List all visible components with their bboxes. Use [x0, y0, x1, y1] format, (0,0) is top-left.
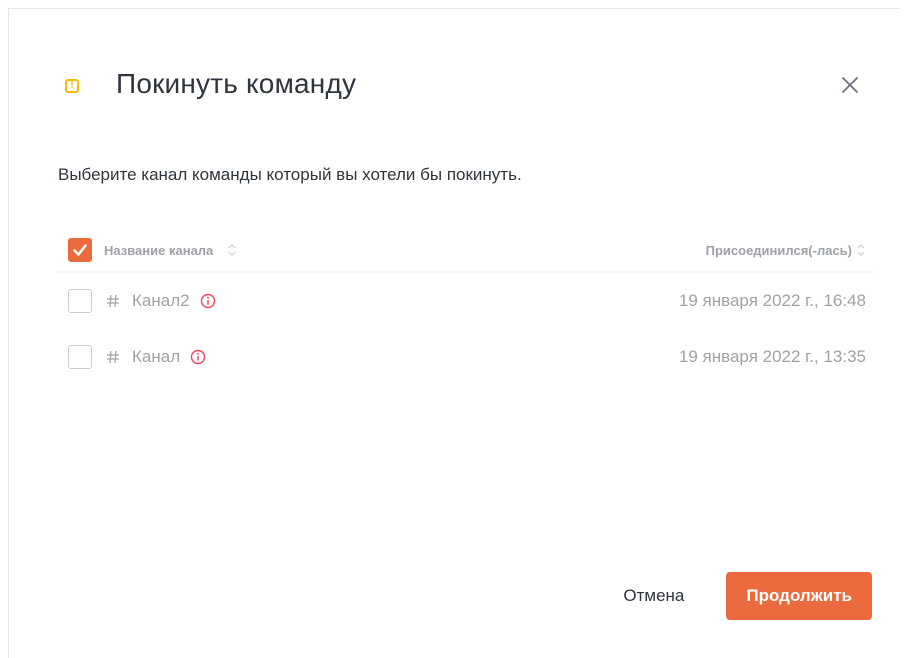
checkmark-icon: [73, 244, 87, 256]
table-header: Название канала Присоединился(-лась): [58, 229, 874, 273]
column-header-joined[interactable]: Присоединился(-лась): [706, 229, 866, 271]
channels-table: Название канала Присоединился(-лась) Кан…: [58, 229, 874, 385]
channel-name: Канал: [132, 347, 181, 366]
close-button[interactable]: [836, 71, 864, 99]
cancel-button[interactable]: Отмена: [609, 576, 698, 616]
modal-footer: Отмена Продолжить: [609, 572, 872, 620]
modal-title: Покинуть команду: [116, 68, 357, 99]
channel-name: Канал2: [132, 291, 190, 310]
row-checkbox[interactable]: [68, 345, 92, 369]
column-header-name-label: Название канала: [104, 242, 214, 258]
select-all-checkbox[interactable]: [68, 238, 92, 262]
row-checkbox[interactable]: [68, 289, 92, 313]
leave-team-modal: ! Покинуть команду Выберите канал команд…: [8, 8, 900, 658]
modal-description: Выберите канал команды который вы хотели…: [58, 165, 522, 184]
sort-icon: [227, 243, 237, 257]
column-header-joined-label: Присоединился(-лась): [705, 242, 852, 258]
table-row[interactable]: Канал 19 января 2022 г., 13:35: [58, 329, 874, 385]
hash-icon: [106, 294, 122, 308]
info-icon[interactable]: [190, 349, 206, 365]
info-icon[interactable]: [200, 293, 216, 309]
continue-button[interactable]: Продолжить: [726, 572, 872, 620]
close-icon: [842, 77, 858, 93]
joined-date: 19 января 2022 г., 16:48: [678, 291, 866, 310]
warning-icon: !: [65, 79, 79, 93]
column-header-name[interactable]: Название канала: [104, 243, 237, 258]
table-row[interactable]: Канал2 19 января 2022 г., 16:48: [58, 273, 874, 329]
modal-header: ! Покинуть команду: [9, 9, 900, 159]
joined-date: 19 января 2022 г., 13:35: [678, 347, 866, 366]
sort-icon: [856, 243, 866, 257]
hash-icon: [106, 350, 122, 364]
